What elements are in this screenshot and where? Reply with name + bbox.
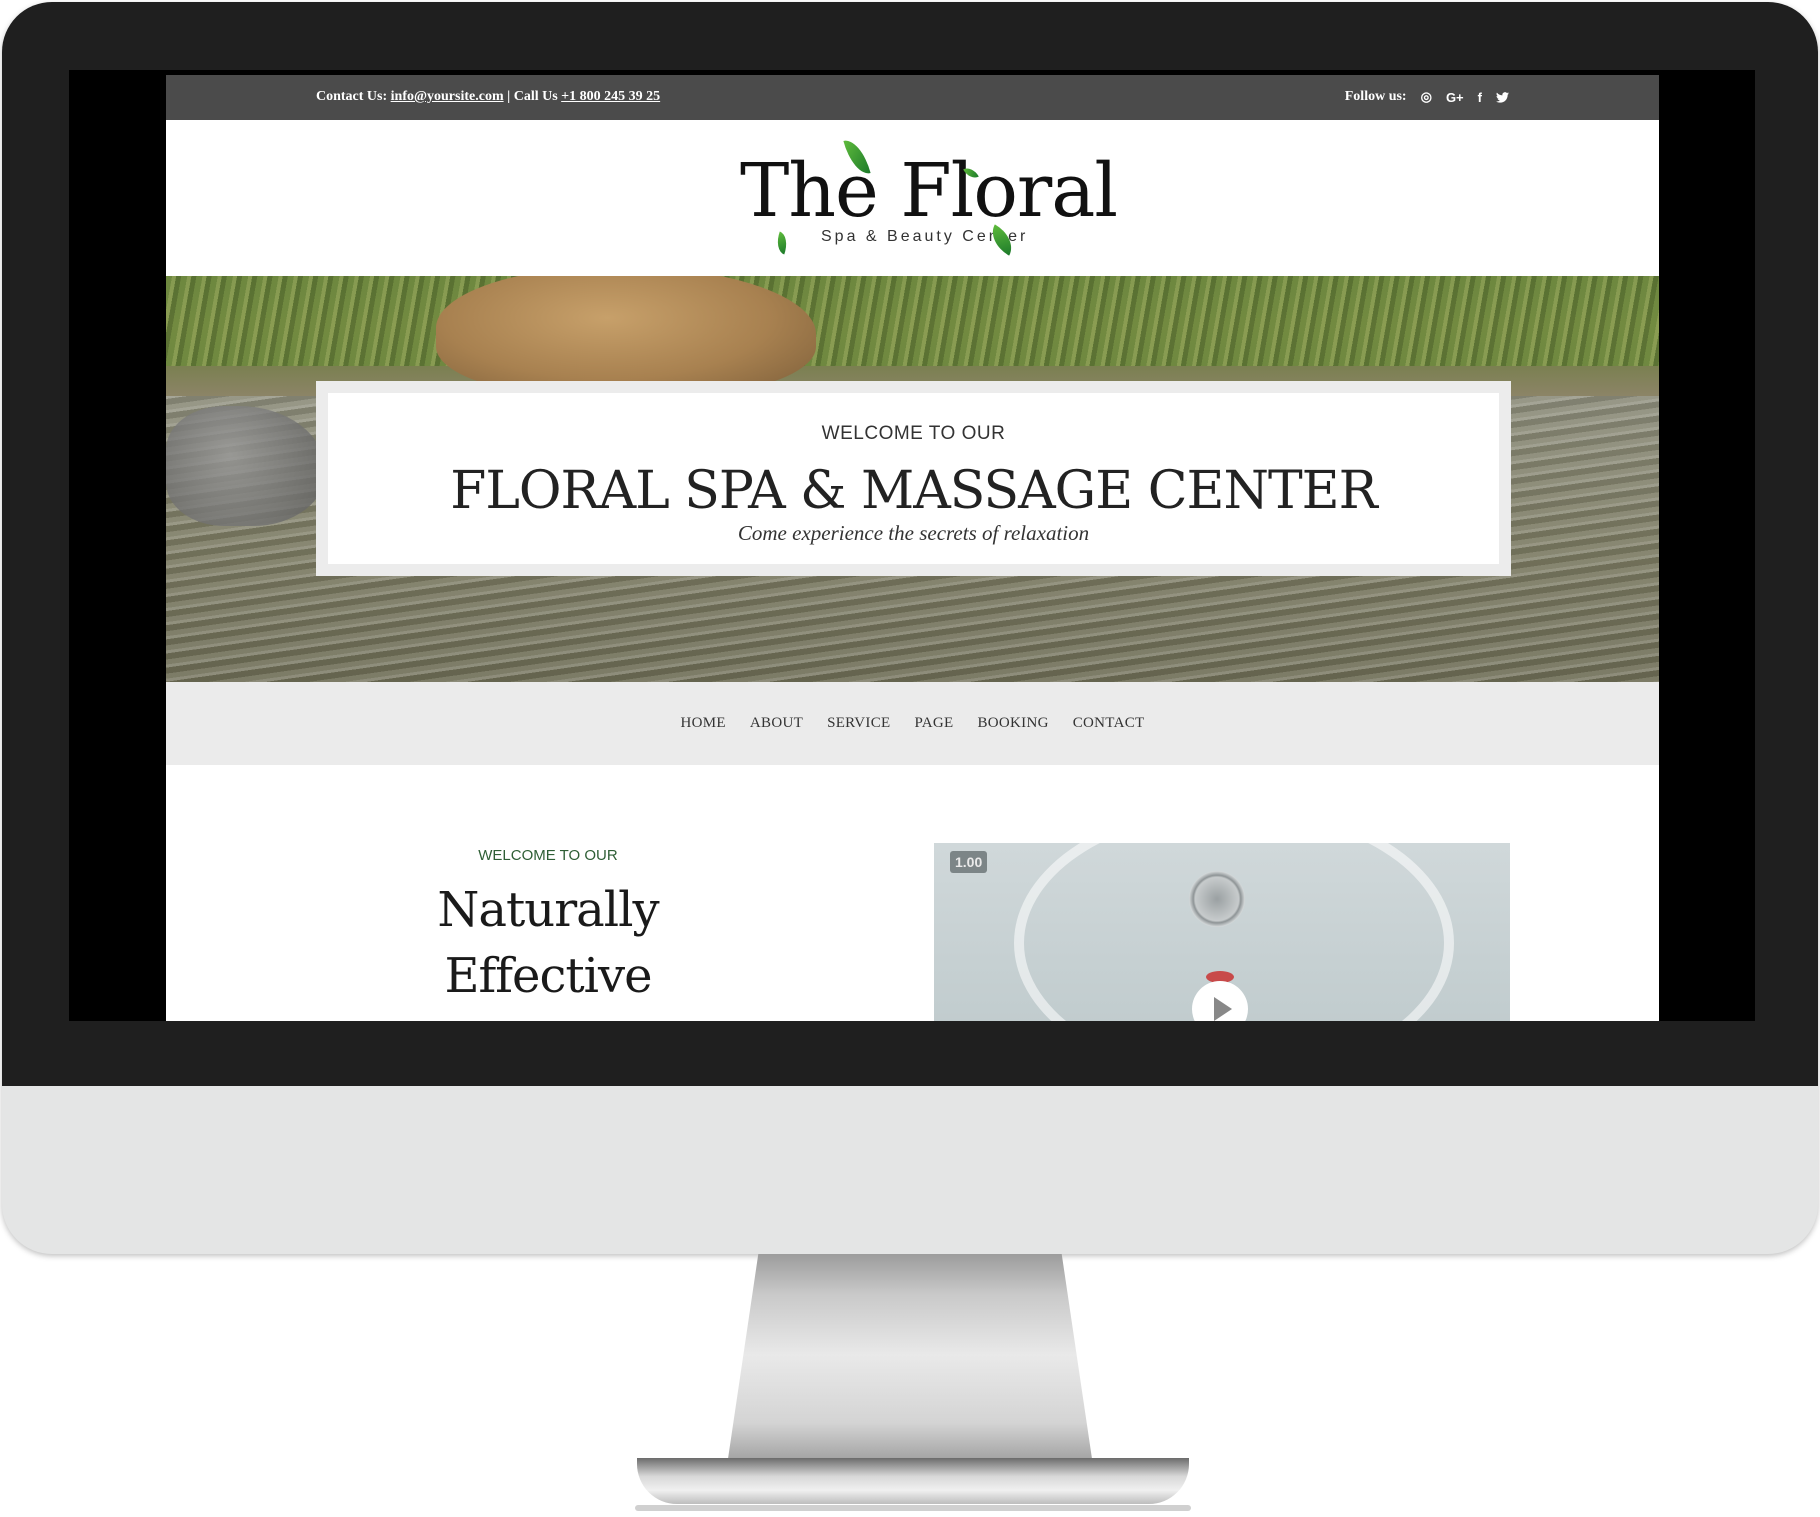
contact-separator: | bbox=[503, 89, 514, 104]
monitor-bezel: Contact Us: info@yoursite.com | Call Us … bbox=[2, 2, 1818, 1086]
video-player[interactable]: 1.00 bbox=[934, 843, 1510, 1021]
intro-title-line2: Health Solutions bbox=[328, 1009, 768, 1021]
drain-image bbox=[1189, 871, 1245, 927]
follow-label: Follow us: bbox=[1344, 89, 1407, 104]
hero-title-box: WELCOME TO OUR FLORAL SPA & MASSAGE CENT… bbox=[316, 381, 1511, 576]
hero-subtitle: Come experience the secrets of relaxatio… bbox=[737, 521, 1090, 545]
play-icon bbox=[1214, 997, 1232, 1021]
monitor-frame: Contact Us: info@yoursite.com | Call Us … bbox=[2, 2, 1818, 1254]
monitor-stand-neck bbox=[725, 1254, 1095, 1479]
site-logo[interactable]: The Floral Spa & Beauty Center bbox=[736, 136, 1118, 258]
hero-bear-image bbox=[436, 276, 816, 396]
hero-banner: WELCOME TO OUR FLORAL SPA & MASSAGE CENT… bbox=[166, 276, 1659, 682]
hero-title-panel: WELCOME TO OUR FLORAL SPA & MASSAGE CENT… bbox=[328, 393, 1499, 564]
nav-item-about[interactable]: ABOUT bbox=[750, 715, 803, 732]
google-plus-icon[interactable]: G+ bbox=[1446, 90, 1464, 105]
nav-item-page[interactable]: PAGE bbox=[914, 715, 953, 732]
monitor-screen: Contact Us: info@yoursite.com | Call Us … bbox=[69, 70, 1755, 1021]
call-label: Call Us bbox=[513, 89, 558, 104]
intro-kicker: WELCOME TO OUR bbox=[478, 847, 618, 864]
phone-link[interactable]: +1 800 245 39 25 bbox=[561, 89, 660, 104]
contact-label: Contact Us: bbox=[316, 89, 388, 104]
nav-item-booking[interactable]: BOOKING bbox=[977, 715, 1048, 732]
email-link[interactable]: info@yoursite.com bbox=[391, 89, 504, 104]
hero-kicker: WELCOME TO OUR bbox=[821, 423, 1006, 444]
monitor-stand-foot bbox=[637, 1458, 1189, 1504]
main-nav: HOME ABOUT SERVICE PAGE BOOKING CONTACT bbox=[166, 682, 1659, 765]
top-bar: Contact Us: info@yoursite.com | Call Us … bbox=[166, 75, 1659, 120]
hero-grass bbox=[166, 276, 1659, 366]
instagram-icon[interactable]: ◎ bbox=[1421, 89, 1432, 105]
nav-item-contact[interactable]: CONTACT bbox=[1073, 715, 1145, 732]
website-page: Contact Us: info@yoursite.com | Call Us … bbox=[166, 75, 1659, 1021]
logo-area: The Floral Spa & Beauty Center bbox=[166, 120, 1659, 276]
intro-section: WELCOME TO OUR Naturally Effective Healt… bbox=[166, 765, 1659, 1021]
monitor-stand-shadow bbox=[635, 1505, 1191, 1511]
follow-us: Follow us: ◎ G+ f bbox=[1345, 89, 1509, 105]
facebook-icon[interactable]: f bbox=[1478, 90, 1482, 105]
leaf-icon bbox=[772, 231, 792, 255]
contact-info: Contact Us: info@yoursite.com | Call Us … bbox=[316, 89, 660, 105]
nav-item-service[interactable]: SERVICE bbox=[827, 715, 890, 732]
intro-title: Naturally Effective Health Solutions bbox=[328, 877, 768, 1021]
playback-speed-badge[interactable]: 1.00 bbox=[950, 851, 988, 873]
hero-title: FLORAL SPA & MASSAGE CENTER bbox=[450, 461, 1378, 521]
logo-name: The Floral bbox=[740, 148, 1118, 234]
nav-item-home[interactable]: HOME bbox=[681, 715, 726, 732]
intro-title-line1: Naturally Effective bbox=[437, 882, 659, 1004]
twitter-icon[interactable] bbox=[1496, 91, 1509, 103]
